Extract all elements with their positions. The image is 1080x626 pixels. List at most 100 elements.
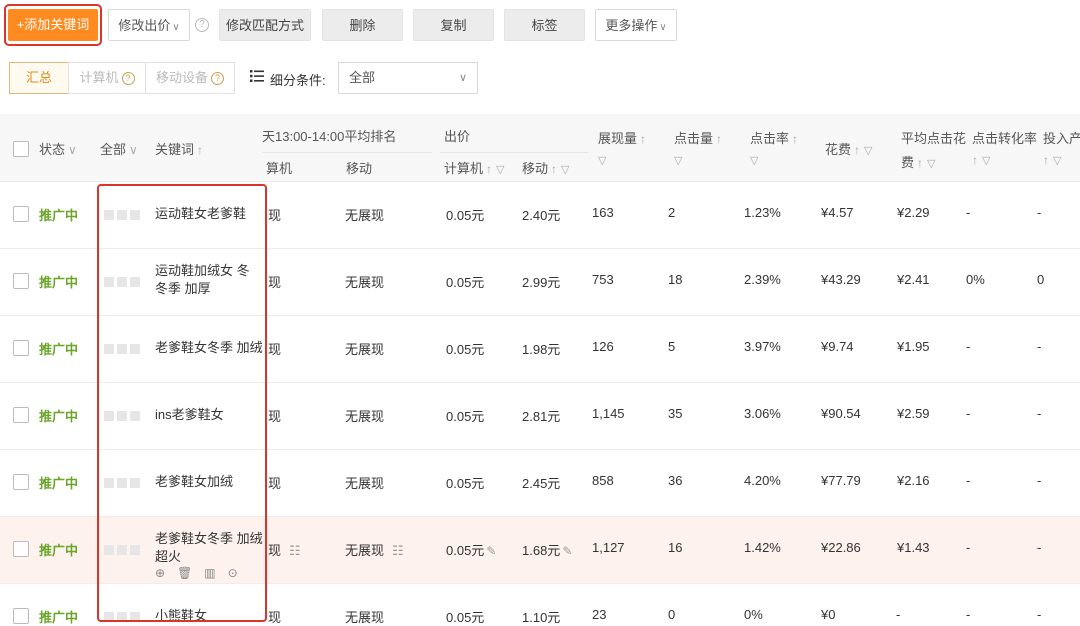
- avg-cpc-cell: -: [896, 607, 901, 622]
- table-row[interactable]: 推广中 运动鞋女老爹鞋 现 无展现 0.05元 2.40元 163 2 1.23% ¥4.57 ¥2…: [0, 182, 1080, 249]
- table-row[interactable]: 推广中 老爹鞋女冬季 加绒超火 ⊕ 🗑 ▥ ⊙ 现 ☷ 无展现 ☷ 0.05元 ✎ 1.68元 ✎ 1,12…: [0, 517, 1080, 584]
- bid-mobile-cell[interactable]: 1.68元 ✎: [522, 540, 572, 559]
- header-all[interactable]: 全部 ∨: [100, 139, 138, 158]
- filter-icon[interactable]: ▽: [864, 144, 872, 157]
- filter-icon[interactable]: ▽: [598, 152, 606, 167]
- filter-select[interactable]: 全部 ∨: [338, 62, 478, 94]
- bid-pc-cell[interactable]: 0.05元 ✎: [446, 540, 496, 559]
- redacted-placeholder: [104, 208, 144, 220]
- redacted-placeholder: [104, 543, 144, 555]
- row-checkbox[interactable]: [13, 273, 29, 289]
- header-keyword-label: 关键词: [155, 142, 195, 157]
- row-actions: ⊕ 🗑 ▥ ⊙: [155, 565, 250, 580]
- header-rank-mobile: 移动: [346, 161, 373, 176]
- rank-pc-value: 现: [268, 543, 282, 558]
- header-cost[interactable]: 花费 ↑ ▽: [825, 139, 872, 158]
- bid-pc-value: 0.05元: [446, 476, 485, 491]
- row-checkbox[interactable]: [13, 206, 29, 222]
- rank-mobile-cell: 无展现: [345, 339, 384, 358]
- segment-mobile[interactable]: 移动设备?: [145, 62, 235, 94]
- bid-mobile-value: 2.81元: [522, 409, 561, 424]
- bid-mobile-value: 2.40元: [522, 208, 561, 223]
- segment-summary[interactable]: 汇总: [9, 62, 69, 94]
- modify-match-button[interactable]: 修改匹配方式: [219, 9, 311, 41]
- bid-pc-cell: 0.05元: [446, 473, 484, 492]
- header-impressions-label: 展现量: [598, 131, 638, 146]
- row-checkbox[interactable]: [13, 474, 29, 490]
- more-icon[interactable]: ⊙: [228, 566, 238, 580]
- modify-bid-dropdown[interactable]: 修改出价 ∨: [108, 9, 190, 41]
- rank-mobile-cell: 无展现: [345, 473, 384, 492]
- roi-cell: -: [1037, 540, 1042, 555]
- avg-cpc-cell: ¥1.43: [897, 540, 930, 555]
- bar-chart-icon[interactable]: ▥: [204, 566, 215, 580]
- select-all-checkbox[interactable]: [13, 141, 29, 157]
- rank-mobile-cell: 无展现: [345, 272, 384, 291]
- chevron-down-icon: ∨: [129, 143, 138, 157]
- segment-computer[interactable]: 计算机?: [68, 62, 146, 94]
- header-ctr-label: 点击率: [750, 131, 790, 146]
- filter-icon[interactable]: ▽: [674, 152, 682, 167]
- avg-cpc-cell: ¥2.59: [897, 406, 930, 421]
- redacted-placeholder: [104, 476, 144, 488]
- table-row[interactable]: 推广中 小熊鞋女 现 无展现 0.05元 1.10元 23 0 0% ¥0 - - -: [0, 584, 1080, 626]
- cost-cell: ¥22.86: [821, 540, 861, 555]
- filter-icon[interactable]: ▽: [496, 163, 504, 176]
- rank-pc-cell: 现: [268, 205, 281, 224]
- header-avg-cpc[interactable]: 费 ↑ ▽: [901, 152, 935, 171]
- list-icon[interactable]: ☷: [289, 543, 301, 558]
- header-bid-mobile[interactable]: 移动 ↑ ▽: [522, 158, 569, 177]
- target-icon[interactable]: ⊕: [155, 566, 165, 580]
- impressions-cell: 1,145: [592, 406, 625, 421]
- header-cvr-sort[interactable]: ↑ ▽: [972, 152, 990, 167]
- rank-mobile-value: 无展现: [345, 543, 385, 558]
- trash-icon[interactable]: 🗑: [177, 566, 192, 580]
- row-checkbox[interactable]: [13, 407, 29, 423]
- row-checkbox[interactable]: [13, 340, 29, 356]
- roi-cell: -: [1037, 406, 1042, 421]
- copy-button[interactable]: 复制: [413, 9, 494, 41]
- sort-up-icon: ↑: [197, 143, 204, 157]
- filter-icon[interactable]: ▽: [750, 152, 758, 167]
- table-row[interactable]: 推广中 ins老爹鞋女 现 无展现 0.05元 2.81元 1,145 35 3.06% ¥90.…: [0, 383, 1080, 450]
- clicks-cell: 0: [668, 607, 676, 622]
- bid-pc-cell: 0.05元: [446, 607, 484, 626]
- bid-mobile-value: 1.98元: [522, 342, 561, 357]
- delete-button[interactable]: 删除: [322, 9, 403, 41]
- header-status-label: 状态: [39, 142, 66, 157]
- cvr-cell: -: [966, 205, 971, 220]
- table-row[interactable]: 推广中 运动鞋加绒女 冬 冬季 加厚 现 无展现 0.05元 2.99元 753 18 2.39…: [0, 249, 1080, 316]
- header-status[interactable]: 状态 ∨: [39, 139, 77, 158]
- header-bid-pc[interactable]: 计算机 ↑ ▽: [444, 158, 504, 177]
- table-row[interactable]: 推广中 老爹鞋女加绒 现 无展现 0.05元 2.45元 858 36 4.20% ¥77.79 ¥…: [0, 450, 1080, 517]
- help-icon[interactable]: ?: [195, 18, 209, 32]
- impressions-cell: 858: [592, 473, 614, 488]
- header-impressions[interactable]: 展现量 ↑: [598, 128, 646, 147]
- more-actions-dropdown[interactable]: 更多操作 ∨: [595, 9, 677, 41]
- redacted-placeholder: [104, 610, 144, 622]
- pencil-icon[interactable]: ✎: [562, 544, 572, 558]
- add-keyword-button[interactable]: +添加关键词: [8, 9, 98, 41]
- bid-mobile-value: 2.45元: [522, 476, 561, 491]
- header-keyword[interactable]: 关键词 ↑: [155, 139, 203, 158]
- tag-button[interactable]: 标签: [504, 9, 585, 41]
- filter-icon[interactable]: ▽: [927, 157, 935, 170]
- list-icon[interactable]: ☷: [392, 543, 404, 558]
- rank-pc-cell: 现: [268, 339, 281, 358]
- table-row[interactable]: 推广中 老爹鞋女冬季 加绒现 无展现 0.05元 1.98元 126 5 3.97% ¥9.74…: [0, 316, 1080, 383]
- row-checkbox[interactable]: [13, 608, 29, 624]
- row-checkbox[interactable]: [13, 541, 29, 557]
- pencil-icon[interactable]: ✎: [486, 544, 496, 558]
- header-clicks[interactable]: 点击量 ↑: [674, 128, 722, 147]
- cvr-cell: -: [966, 607, 971, 622]
- filter-icon[interactable]: ▽: [1053, 154, 1061, 167]
- chevron-down-icon: ∨: [458, 72, 467, 84]
- header-ctr[interactable]: 点击率 ↑: [750, 128, 798, 147]
- cost-cell: ¥90.54: [821, 406, 861, 421]
- filter-icon[interactable]: ▽: [561, 163, 569, 176]
- bid-mobile-cell: 1.98元: [522, 339, 560, 358]
- filter-icon[interactable]: ▽: [982, 154, 990, 167]
- bid-mobile-cell: 1.10元: [522, 607, 560, 626]
- rank-mobile-cell: 无展现: [345, 607, 384, 626]
- header-roi-sort[interactable]: ↑ ▽: [1043, 152, 1061, 167]
